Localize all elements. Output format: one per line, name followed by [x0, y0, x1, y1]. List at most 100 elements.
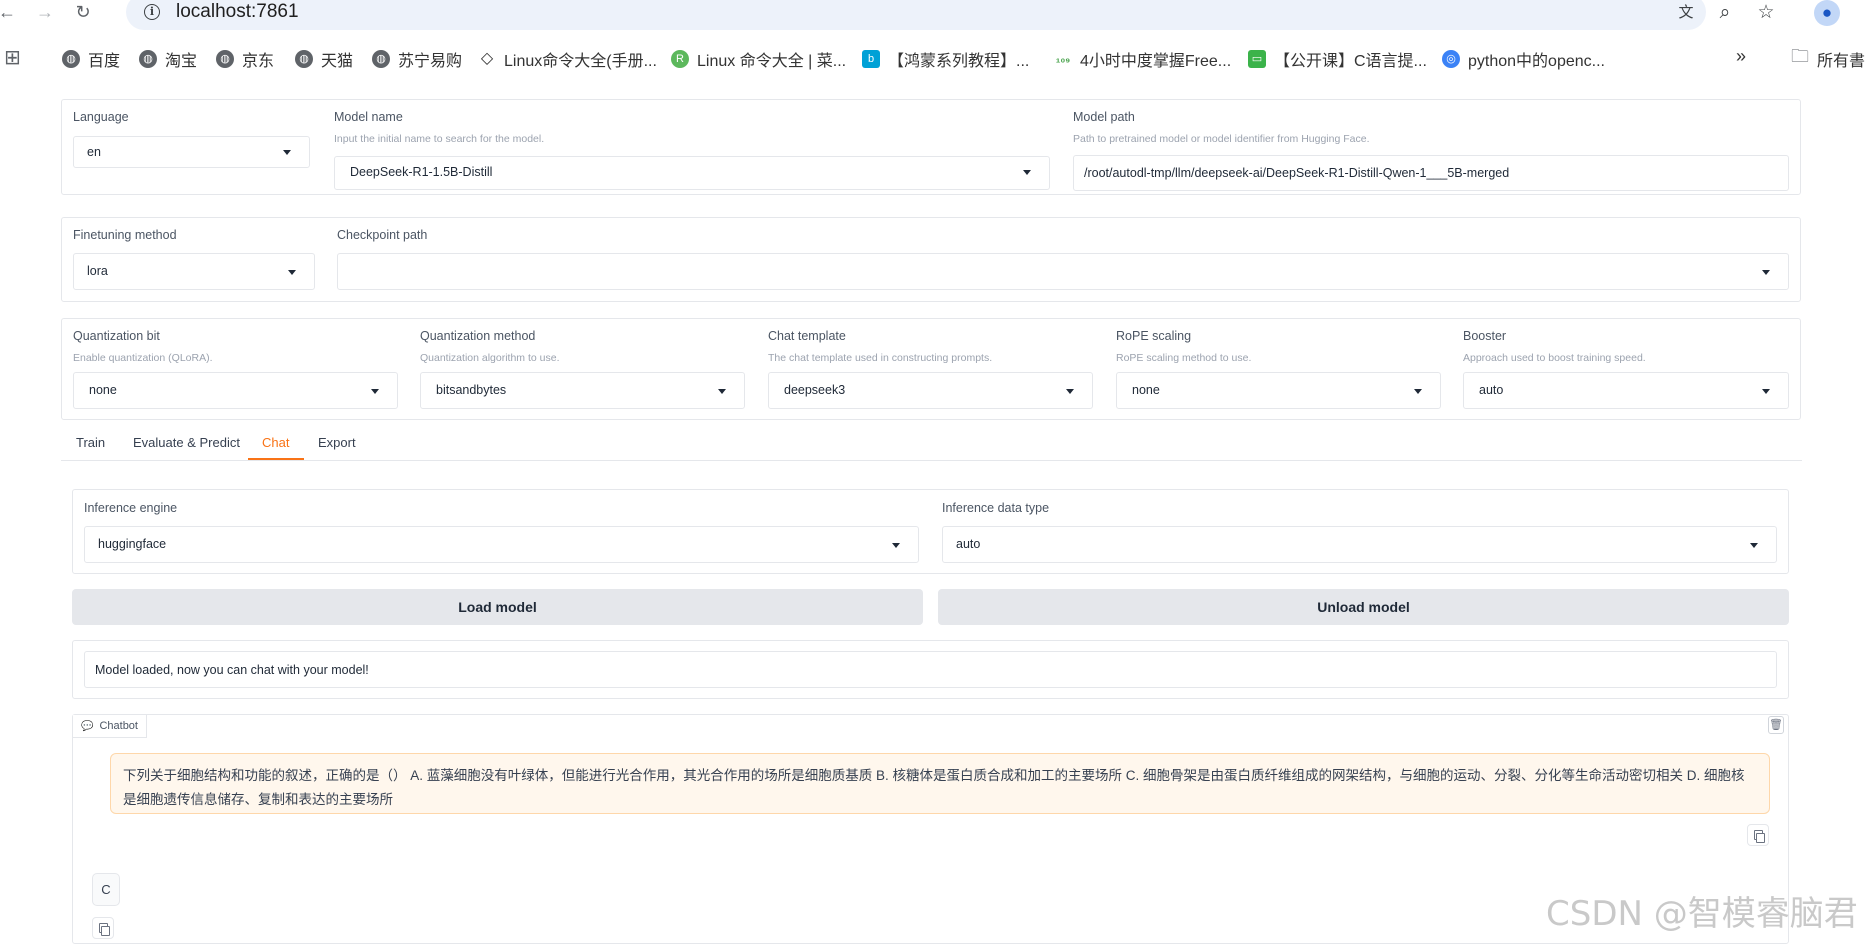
quantization-bit-dropdown[interactable]: none — [73, 372, 398, 409]
chevron-down-icon — [892, 543, 900, 548]
chat-bubble-icon: 💬 — [81, 720, 94, 732]
globe-icon: ◍ — [216, 50, 234, 68]
chevron-down-icon — [371, 389, 379, 394]
status-text: Model loaded, now you can chat with your… — [95, 663, 369, 677]
chevron-down-icon — [1414, 389, 1422, 394]
bookmark-item[interactable]: R Linux 命令大全 | 菜... — [671, 48, 846, 70]
bookmark-item[interactable]: ◍ 淘宝 — [139, 48, 197, 70]
apps-grid-icon[interactable]: ⊞ — [4, 46, 21, 69]
chevron-down-icon — [288, 270, 296, 275]
model-name-dropdown[interactable]: DeepSeek-R1-1.5B-Distill — [334, 156, 1050, 190]
runoob-icon: R — [671, 50, 689, 68]
chat-template-dropdown[interactable]: deepseek3 — [768, 372, 1093, 409]
rope-scaling-info: RoPE scaling method to use. — [1116, 352, 1252, 364]
chevron-down-icon — [1023, 170, 1031, 175]
browser-toolbar: ← → ↻ i localhost:7861 文 ⌕ ☆ ● — [0, 0, 1869, 30]
quantization-method-info: Quantization algorithm to use. — [420, 352, 560, 364]
bookmark-item[interactable]: ▭ 【公开课】C语言提... — [1248, 48, 1427, 70]
bookmarks-overflow-icon[interactable]: » — [1736, 45, 1746, 67]
address-bar[interactable]: i localhost:7861 — [126, 0, 1706, 30]
finetuning-method-label: Finetuning method — [73, 228, 177, 242]
model-name-info: Input the initial name to search for the… — [334, 133, 545, 145]
folder-icon: 🗀 — [1791, 46, 1809, 66]
quantization-bit-info: Enable quantization (QLoRA). — [73, 352, 213, 364]
bookmark-item[interactable]: ◎ python中的openc... — [1442, 48, 1605, 70]
profile-avatar-icon[interactable]: ● — [1814, 0, 1840, 26]
chevron-down-icon — [1066, 389, 1074, 394]
inference-engine-dropdown[interactable]: huggingface — [84, 526, 919, 563]
watermark: CSDN @智模睿脑君 — [1546, 894, 1858, 934]
bookmark-item[interactable]: ◍ 天猫 — [295, 48, 353, 70]
bookmark-item[interactable]: ◍ 苏宁易购 — [372, 48, 462, 70]
language-dropdown[interactable]: en — [73, 136, 310, 168]
checkpoint-path-label: Checkpoint path — [337, 228, 428, 242]
reload-icon[interactable]: ↻ — [68, 0, 98, 26]
copy-icon[interactable] — [1747, 824, 1769, 846]
unload-model-button[interactable]: Unload model — [938, 589, 1789, 625]
site-109-icon: ₁₀₉ — [1055, 53, 1071, 65]
globe-icon: ◍ — [372, 50, 390, 68]
chat-template-value: deepseek3 — [784, 383, 846, 397]
back-arrow-icon[interactable]: ← — [0, 0, 22, 26]
tab-divider — [61, 460, 1802, 461]
chevron-down-icon — [718, 389, 726, 394]
python-link-icon: ◎ — [1442, 50, 1460, 68]
bookmark-item[interactable]: ₁₀₉ 4小时中度掌握Free... — [1054, 48, 1231, 70]
chatbot-label: 💬 Chatbot — [73, 715, 147, 738]
load-model-button[interactable]: Load model — [72, 589, 923, 625]
quantization-bit-label: Quantization bit — [73, 329, 160, 343]
globe-icon: ◍ — [295, 50, 313, 68]
model-path-info: Path to pretrained model or model identi… — [1073, 133, 1370, 145]
finetuning-method-dropdown[interactable]: lora — [73, 253, 315, 290]
bookmark-item[interactable]: b 【鸿蒙系列教程】... — [862, 48, 1029, 70]
inference-dtype-label: Inference data type — [942, 501, 1050, 515]
course-icon: ▭ — [1248, 50, 1266, 68]
status-textbox[interactable]: Model loaded, now you can chat with your… — [84, 651, 1777, 688]
all-bookmarks[interactable]: 🗀 所有書 — [1791, 46, 1865, 70]
tab-train[interactable]: Train — [76, 435, 105, 450]
tab-export[interactable]: Export — [318, 435, 356, 450]
quantization-method-dropdown[interactable]: bitsandbytes — [420, 372, 745, 409]
chevron-down-icon — [1762, 270, 1770, 275]
booster-value: auto — [1479, 383, 1504, 397]
inference-dtype-value: auto — [956, 537, 981, 551]
copy-icon[interactable] — [92, 917, 114, 939]
diamond-icon: ◇ — [480, 50, 494, 67]
model-path-label: Model path — [1073, 110, 1135, 124]
rope-scaling-dropdown[interactable]: none — [1116, 372, 1441, 409]
bookmark-item[interactable]: ◇ Linux命令大全(手册... — [478, 48, 657, 70]
quantization-method-label: Quantization method — [420, 329, 536, 343]
model-name-label: Model name — [334, 110, 403, 124]
model-path-input[interactable]: /root/autodl-tmp/llm/deepseek-ai/DeepSee… — [1073, 155, 1789, 191]
bookmarks-bar: ⊞ ◍ 百度 ◍ 淘宝 ◍ 京东 ◍ 天猫 ◍ 苏宁易购 ◇ Linux命令大全(手册...… — [0, 38, 1869, 80]
language-label: Language — [73, 110, 129, 124]
inference-dtype-dropdown[interactable]: auto — [942, 526, 1777, 563]
tab-chat[interactable]: Chat — [262, 435, 289, 450]
chevron-down-icon — [283, 150, 291, 155]
active-tab-indicator — [248, 458, 304, 460]
tab-evaluate-predict[interactable]: Evaluate & Predict — [133, 435, 240, 450]
booster-label: Booster — [1463, 329, 1507, 343]
finetuning-method-value: lora — [87, 264, 108, 278]
trash-icon[interactable]: 🗑 — [1768, 716, 1784, 734]
forward-arrow-icon[interactable]: → — [30, 0, 60, 26]
quantization-method-value: bitsandbytes — [436, 383, 507, 397]
site-info-icon[interactable]: i — [144, 4, 160, 20]
checkpoint-path-dropdown[interactable] — [337, 253, 1789, 290]
globe-icon: ◍ — [62, 50, 80, 68]
translate-icon[interactable]: 文 — [1672, 0, 1700, 28]
chat-template-info: The chat template used in constructing p… — [768, 352, 993, 364]
quantization-bit-value: none — [89, 383, 117, 397]
url-text[interactable]: localhost:7861 — [176, 1, 299, 23]
chevron-down-icon — [1750, 543, 1758, 548]
globe-icon: ◍ — [139, 50, 157, 68]
model-path-value: /root/autodl-tmp/llm/deepseek-ai/DeepSee… — [1084, 166, 1510, 180]
bookmark-item[interactable]: ◍ 京东 — [216, 48, 274, 70]
model-name-value: DeepSeek-R1-1.5B-Distill — [350, 165, 493, 179]
booster-dropdown[interactable]: auto — [1463, 372, 1789, 409]
bot-message: C — [92, 873, 120, 906]
chatbot-panel — [72, 714, 1789, 944]
bookmark-item[interactable]: ◍ 百度 — [62, 48, 120, 70]
zoom-icon[interactable]: ⌕ — [1711, 0, 1739, 28]
bookmark-star-icon[interactable]: ☆ — [1752, 0, 1780, 28]
